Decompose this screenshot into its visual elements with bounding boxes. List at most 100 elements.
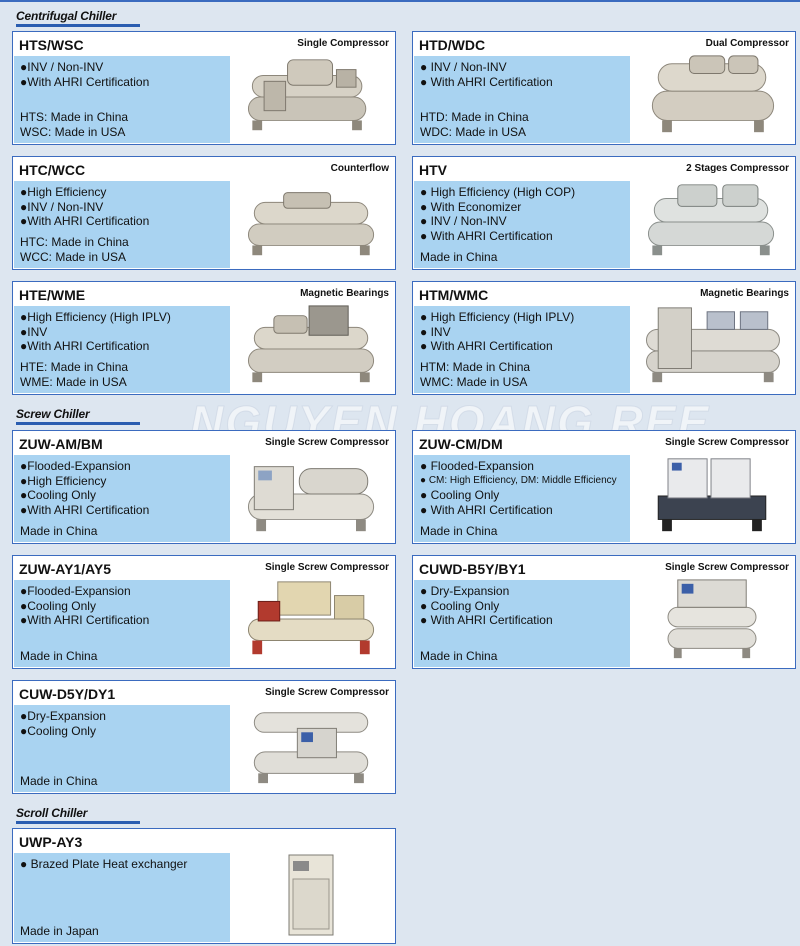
feature-item: ● INV [420,324,451,339]
feature-item: ●With AHRI Certification [20,214,150,228]
feature-item: ● INV / Non-INV [420,214,507,228]
feature-item: ● With AHRI Certification [420,339,553,353]
product-name: HTV [419,162,447,178]
product-card-cuw[interactable]: CUW-D5Y/DY1 Single Screw Compressor ●Dry… [12,680,396,794]
product-info: ● INV / Non-INV ● With AHRI Certificatio… [414,56,630,143]
product-tag: Dual Compressor [705,38,789,49]
product-name: CUWD-B5Y/BY1 [419,561,526,577]
feature-item: ● CM: High Efficiency, DM: Middle Effici… [420,474,617,486]
feature-item: ●Flooded-Expansion [20,459,131,473]
product-info: ● Dry-Expansion ● Cooling Only ● With AH… [414,580,630,667]
product-card-htv[interactable]: HTV 2 Stages Compressor ● High Efficienc… [412,156,796,270]
product-card-hte[interactable]: HTE/WME Magnetic Bearings ●High Efficien… [12,281,396,395]
product-tag: Single Screw Compressor [265,437,389,448]
product-name: HTM/WMC [419,287,489,303]
feature-item: ● With Economizer [420,199,522,214]
product-tag: Single Compressor [297,38,389,49]
feature-item: ● Flooded-Expansion [420,459,534,473]
origin-text: Made in China [20,523,98,538]
product-name: HTE/WME [19,287,86,303]
product-name: ZUW-AM/BM [19,436,103,452]
feature-item: ●High Efficiency [20,185,107,199]
feature-item: ● With AHRI Certification [420,228,553,243]
origin-text: Made in China [420,523,498,538]
product-card-zuw-ay[interactable]: ZUW-AY1/AY5 Single Screw Compressor ●Flo… [12,555,396,669]
top-border [0,0,800,2]
chiller-image [235,177,389,265]
product-tag: Counterflow [330,163,389,174]
product-card-htd[interactable]: HTD/WDC Dual Compressor ● INV / Non-INV … [412,31,796,145]
origin-text: HTE: Made in China WME: Made in USA [20,360,129,389]
feature-item: ●Dry-Expansion [20,709,106,723]
product-info: ●Dry-Expansion ●Cooling Only Made in Chi… [14,705,230,792]
feature-item: ● With AHRI Certification [420,502,553,517]
feature-item: ●Cooling Only [20,488,96,502]
feature-item: ● High Efficiency (High IPLV) [420,310,575,324]
product-info: ● Brazed Plate Heat exchanger Made in Ja… [14,853,230,942]
product-tag: Magnetic Bearings [700,288,789,299]
product-card-zuw-cm[interactable]: ZUW-CM/DM Single Screw Compressor ● Floo… [412,430,796,544]
section-title-centrifugal: Centrifugal Chiller [16,9,140,27]
feature-item: ●With AHRI Certification [20,613,150,627]
feature-item: ●With AHRI Certification [20,74,150,89]
product-name: ZUW-CM/DM [419,436,503,452]
product-card-hts[interactable]: HTS/WSC Single Compressor ●INV / Non-INV… [12,31,396,145]
origin-text: Made in China [420,249,498,264]
chiller-image [235,302,389,390]
origin-text: HTC: Made in China WCC: Made in USA [20,235,129,264]
feature-item: ● High Efficiency (High COP) [420,185,576,199]
product-info: ●Flooded-Expansion ●Cooling Only ●With A… [14,580,230,667]
chiller-image [635,576,789,664]
product-tag: Single Screw Compressor [265,687,389,698]
feature-item: ●With AHRI Certification [20,502,150,517]
chiller-image [235,52,389,140]
product-tag: Magnetic Bearings [300,288,389,299]
feature-item: ● Cooling Only [420,598,500,613]
product-card-zuw-am[interactable]: ZUW-AM/BM Single Screw Compressor ●Flood… [12,430,396,544]
feature-item: ●Flooded-Expansion [20,584,131,598]
product-card-htc[interactable]: HTC/WCC Counterflow ●High Efficiency ●IN… [12,156,396,270]
product-info: ●High Efficiency ●INV / Non-INV ●With AH… [14,181,230,268]
product-name: ZUW-AY1/AY5 [19,561,112,577]
feature-item: ●INV [20,324,48,339]
origin-text: HTD: Made in China WDC: Made in USA [420,110,529,139]
feature-item: ●High Efficiency [20,473,107,488]
feature-item: ● Dry-Expansion [420,584,510,598]
feature-item: ● With AHRI Certification [420,74,553,89]
product-name: UWP-AY3 [19,834,83,850]
product-info: ● High Efficiency (High COP) ● With Econ… [414,181,630,268]
chiller-image [635,302,789,390]
origin-text: Made in Japan [20,923,99,938]
product-tag: Single Screw Compressor [665,562,789,573]
product-info: ●High Efficiency (High IPLV) ●INV ●With … [14,306,230,393]
product-name: CUW-D5Y/DY1 [19,686,116,702]
product-info: ● Flooded-Expansion ● CM: High Efficienc… [414,455,630,542]
chiller-image [235,576,389,664]
origin-text: Made in China [20,648,98,663]
feature-item: ●Cooling Only [20,723,96,738]
chiller-image [235,451,389,539]
origin-text: Made in China [420,648,498,663]
product-card-uwp[interactable]: UWP-AY3 ● Brazed Plate Heat exchanger Ma… [12,828,396,944]
feature-item: ● INV / Non-INV [420,60,507,74]
product-name: HTD/WDC [419,37,486,53]
feature-item: ●INV / Non-INV [20,60,104,74]
product-card-cuwd[interactable]: CUWD-B5Y/BY1 Single Screw Compressor ● D… [412,555,796,669]
feature-item: ● With AHRI Certification [420,613,553,627]
product-tag: Single Screw Compressor [665,437,789,448]
feature-item: ● Brazed Plate Heat exchanger [20,857,188,871]
product-info: ●Flooded-Expansion ●High Efficiency ●Coo… [14,455,230,542]
chiller-image [635,451,789,539]
chiller-image [635,52,789,140]
feature-item: ● Cooling Only [420,488,500,502]
feature-item: ●High Efficiency (High IPLV) [20,310,171,324]
section-title-screw: Screw Chiller [16,407,140,425]
product-tag: Single Screw Compressor [265,562,389,573]
product-tag: 2 Stages Compressor [686,163,789,174]
origin-text: HTM: Made in China WMC: Made in USA [420,360,531,389]
product-name: HTC/WCC [19,162,86,178]
origin-text: Made in China [20,773,98,788]
origin-text: HTS: Made in China WSC: Made in USA [20,110,129,139]
section-title-scroll: Scroll Chiller [16,806,140,824]
product-card-htm[interactable]: HTM/WMC Magnetic Bearings ● High Efficie… [412,281,796,395]
